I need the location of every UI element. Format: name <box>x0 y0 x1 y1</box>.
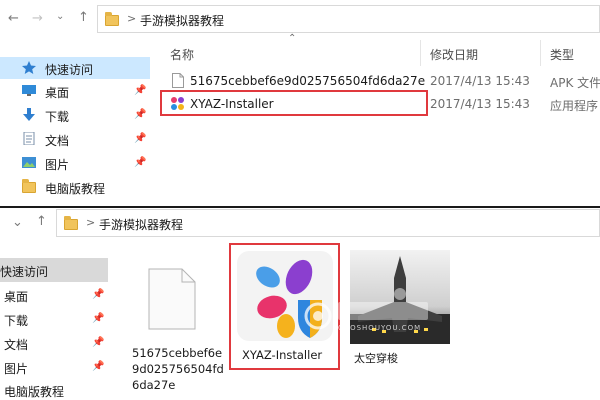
tile-label: 太空穿梭 <box>354 352 398 365</box>
pin-icon[interactable]: 📌 <box>134 109 146 120</box>
pin-icon[interactable]: 📌 <box>92 337 104 348</box>
watermark-logo: GAOSHOUYOU.COM <box>304 300 454 340</box>
file-type: APK 文件 <box>550 76 600 90</box>
watermark-wordmark <box>338 302 428 320</box>
breadcrumb-separator: > <box>86 216 96 229</box>
screenshot-divider <box>0 206 600 208</box>
recent-dropdown-icon[interactable]: ⌄ <box>12 215 23 230</box>
breadcrumb-path[interactable]: 手游模拟器教程 <box>140 12 224 29</box>
column-header-name[interactable]: 名称 <box>170 46 194 63</box>
file-tile[interactable]: 51675cebbef6e 9d025756504fd 6da27e <box>128 250 224 400</box>
pin-icon[interactable]: 📌 <box>134 133 146 144</box>
desktop-icon <box>22 85 36 96</box>
sidebar-item-quick-access[interactable]: 快速访问 <box>0 57 150 79</box>
sidebar-item-label: 桌面 <box>4 290 29 304</box>
sidebar-item-label: 下载 <box>45 110 70 124</box>
sidebar-item-desktop[interactable]: 桌面 📌 <box>0 284 108 306</box>
folder-icon <box>105 12 119 26</box>
sidebar-item-pictures[interactable]: 图片 📌 <box>0 356 108 378</box>
sidebar-item-pictures[interactable]: 图片 📌 <box>0 152 150 174</box>
pictures-icon <box>22 157 36 168</box>
sidebar-item-label: 图片 <box>45 158 70 172</box>
sidebar-item-documents[interactable]: 文档 📌 <box>0 128 150 150</box>
breadcrumb-separator: > <box>127 12 137 25</box>
sidebar-item-label: 文档 <box>45 134 70 148</box>
sort-ascending-icon[interactable]: ⌃ <box>288 33 296 44</box>
tile-label-line: 6da27e <box>132 378 176 392</box>
pin-icon[interactable]: 📌 <box>92 289 104 300</box>
back-arrow-icon[interactable]: ← <box>8 11 19 26</box>
pin-icon[interactable]: 📌 <box>92 313 104 324</box>
sidebar-item-label: 下载 <box>4 314 29 328</box>
column-divider[interactable] <box>420 40 421 66</box>
breadcrumb-path[interactable]: 手游模拟器教程 <box>99 216 183 233</box>
address-bar[interactable]: > 手游模拟器教程 <box>97 5 600 33</box>
tile-label-line: 51675cebbef6e <box>132 346 223 360</box>
tile-label-line: 9d025756504fd <box>132 362 224 376</box>
file-type: 应用程序 <box>550 99 599 113</box>
sidebar-item-label: 图片 <box>4 362 29 376</box>
file-row[interactable]: 51675cebbef6e9d025756504fd6da27e 2017/4/… <box>164 70 600 92</box>
file-name: 51675cebbef6e9d025756504fd6da27e <box>190 74 426 88</box>
sidebar-item-desktop[interactable]: 桌面 📌 <box>0 80 150 102</box>
address-bar[interactable]: > 手游模拟器教程 <box>56 209 600 237</box>
sidebar-item-downloads[interactable]: 下载 📌 <box>0 104 150 126</box>
sidebar-item-label: 快速访问 <box>45 63 94 77</box>
sidebar-item-label: 电脑版教程 <box>45 182 106 196</box>
file-date: 2017/4/13 15:43 <box>430 74 530 88</box>
up-arrow-icon[interactable]: ↑ <box>36 214 47 229</box>
folder-icon <box>22 179 36 193</box>
pin-icon[interactable]: 📌 <box>92 361 104 372</box>
star-icon <box>22 61 36 74</box>
sidebar-item-pc-tutorial[interactable]: 电脑版教程 <box>0 380 108 400</box>
forward-arrow-icon[interactable]: → <box>32 11 43 26</box>
pin-icon[interactable]: 📌 <box>134 157 146 168</box>
sidebar-item-downloads[interactable]: 下载 📌 <box>0 308 108 330</box>
highlight-box <box>160 90 428 116</box>
tile-label: XYAZ-Installer <box>242 348 323 362</box>
sidebar-item-pc-tutorial[interactable]: 电脑版教程 <box>0 176 150 198</box>
download-icon <box>23 108 35 121</box>
column-header-date[interactable]: 修改日期 <box>430 46 478 63</box>
sidebar-item-label: 桌面 <box>45 86 70 100</box>
watermark-text: GAOSHOUYOU.COM <box>338 324 422 332</box>
sidebar-item-label: 文档 <box>4 338 29 352</box>
sidebar-item-label: 快速访问 <box>0 265 49 279</box>
recent-dropdown-icon[interactable]: ⌄ <box>56 11 64 22</box>
sidebar-item-quick-access[interactable]: 快速访问 <box>0 258 108 282</box>
blank-file-icon <box>172 73 184 88</box>
file-date: 2017/4/13 15:43 <box>430 97 530 111</box>
folder-icon <box>64 216 78 230</box>
column-divider[interactable] <box>540 40 541 66</box>
document-icon <box>23 132 35 145</box>
watermark-emblem-icon <box>304 302 332 330</box>
sidebar-item-label: 电脑版教程 <box>4 385 65 399</box>
up-arrow-icon[interactable]: ↑ <box>78 10 89 25</box>
sidebar-item-documents[interactable]: 文档 📌 <box>0 332 108 354</box>
column-header-type[interactable]: 类型 <box>550 46 574 63</box>
blank-file-icon <box>148 268 196 330</box>
pin-icon[interactable]: 📌 <box>134 85 146 96</box>
